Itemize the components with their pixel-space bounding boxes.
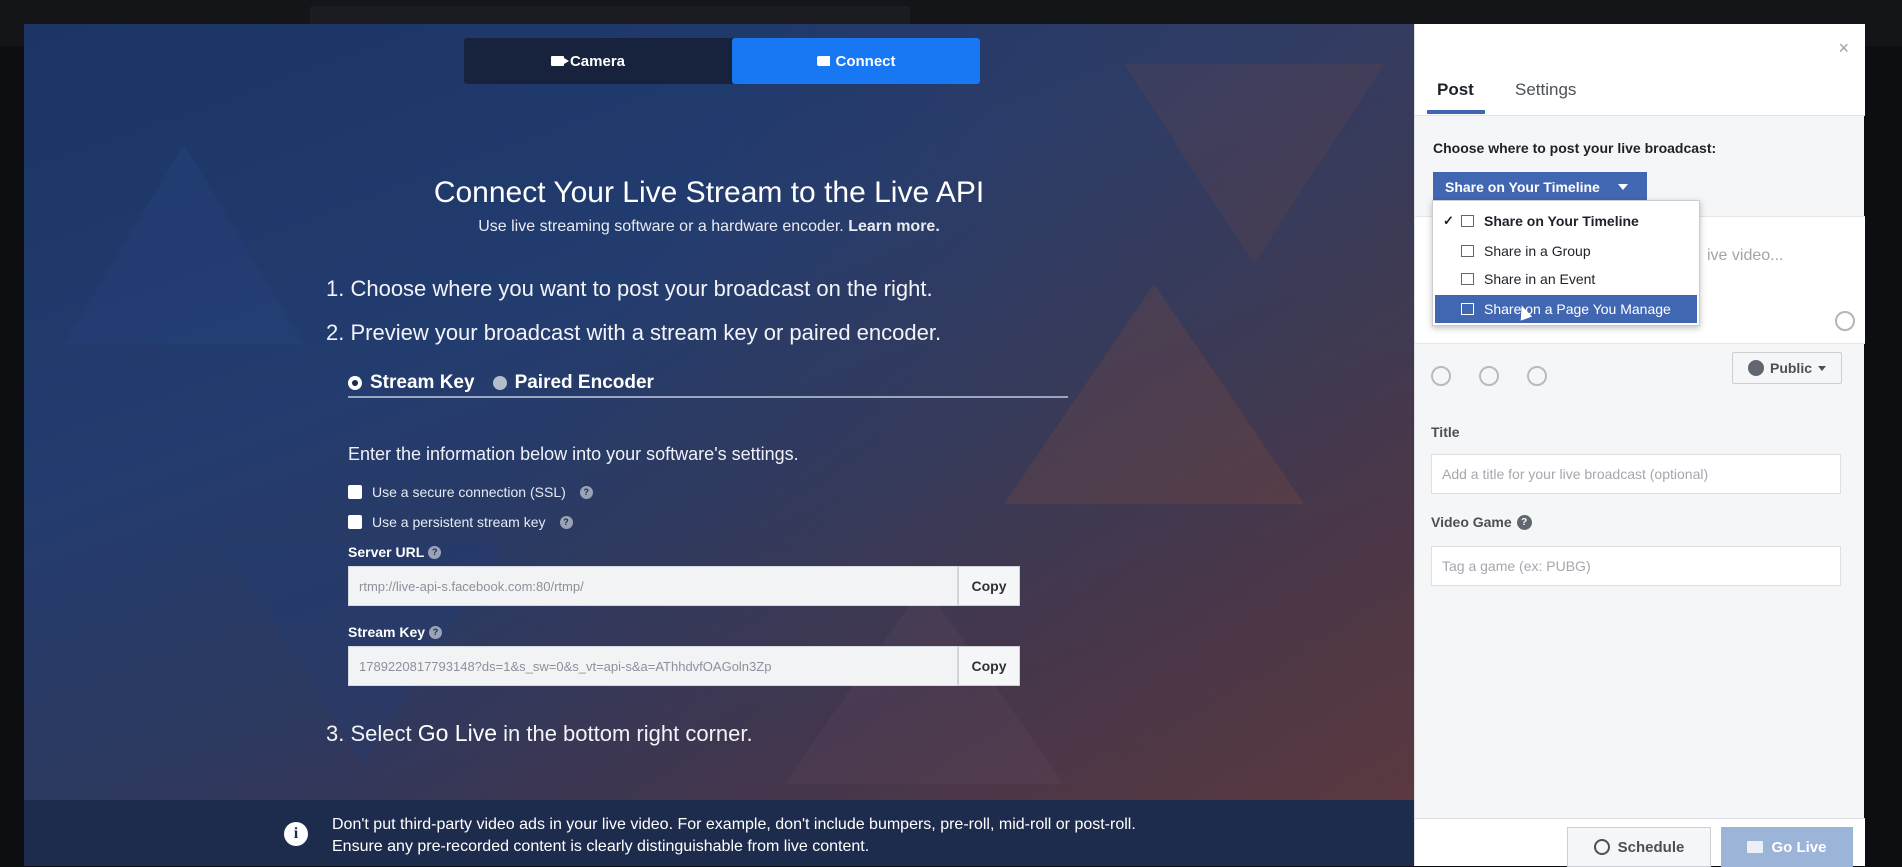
step-2: 2. Preview your broadcast with a stream … xyxy=(326,320,942,345)
video-game-input[interactable]: Tag a game (ex: PUBG) xyxy=(1431,546,1841,586)
stream-key-label: Stream Key ? xyxy=(348,624,443,640)
stream-key-field: 1789220817793148?ds=1&s_sw=0&s_vt=api-s&… xyxy=(348,646,1020,686)
paired-encoder-radio[interactable]: Paired Encoder xyxy=(492,372,654,394)
go-live-button[interactable]: Go Live xyxy=(1721,827,1853,867)
ads-notice-text: Don't put third-party video ads in your … xyxy=(332,816,1136,855)
schedule-label: Schedule xyxy=(1617,838,1685,856)
page-subtitle: Use live streaming software or a hardwar… xyxy=(24,218,1394,236)
radio-unselected-icon xyxy=(492,376,507,390)
globe-icon xyxy=(1747,360,1764,376)
info-icon[interactable]: ? xyxy=(428,545,442,559)
connect-tab[interactable]: Connect xyxy=(732,38,980,84)
choose-destination-label: Choose where to post your live broadcast… xyxy=(1433,140,1717,156)
stream-key-label-text: Stream Key xyxy=(348,624,426,640)
title-label: Title xyxy=(1431,424,1460,440)
share-destination-menu: ✓ Share on Your Timeline Share in a Grou… xyxy=(1432,200,1700,326)
feeling-icon[interactable] xyxy=(1479,366,1499,386)
bg-shape xyxy=(64,144,304,344)
emoji-icon[interactable] xyxy=(1835,311,1855,331)
chevron-down-icon xyxy=(1617,184,1628,190)
post-panel: × Post Settings Choose where to post you… xyxy=(1414,24,1865,867)
step-3-prefix: 3. Select xyxy=(326,721,412,746)
tag-people-icon[interactable] xyxy=(1431,366,1451,386)
share-destination-label: Share on Your Timeline xyxy=(1445,179,1600,195)
persistent-key-checkbox[interactable] xyxy=(348,515,362,529)
menu-item-event[interactable]: Share in an Event xyxy=(1435,265,1697,293)
active-tab-indicator xyxy=(1427,110,1485,114)
page-title: Connect Your Live Stream to the Live API xyxy=(433,176,985,209)
location-icon[interactable] xyxy=(1527,366,1547,386)
step-3: 3. Select Go Live in the bottom right co… xyxy=(326,720,753,747)
copy-server-url-button[interactable]: Copy xyxy=(958,566,1020,606)
video-camera-icon xyxy=(550,56,569,66)
video-game-label-text: Video Game xyxy=(1431,514,1512,530)
radio-selected-icon xyxy=(348,376,362,390)
go-live-label: Go Live xyxy=(1771,838,1827,856)
screen: Camera Connect Connect Your Live Stream … xyxy=(0,0,1902,867)
chevron-down-icon xyxy=(1818,365,1826,371)
subtitle-text: Use live streaming software or a hardwar… xyxy=(478,218,844,235)
stream-key-radio-label: Stream Key xyxy=(370,372,475,393)
event-icon xyxy=(1461,273,1474,285)
menu-item-label: Share in a Group xyxy=(1484,243,1591,259)
info-icon[interactable]: ? xyxy=(559,515,573,529)
panel-header: × Post Settings xyxy=(1415,24,1865,116)
flag-icon xyxy=(1461,303,1474,315)
stream-key-radio[interactable]: Stream Key xyxy=(348,372,475,394)
ssl-checkbox-row[interactable]: Use a secure connection (SSL) ? xyxy=(348,484,593,500)
info-icon[interactable]: ? xyxy=(1516,514,1532,530)
server-url-input[interactable]: rtmp://live-api-s.facebook.com:80/rtmp/ xyxy=(348,566,958,606)
title-input[interactable]: Add a title for your live broadcast (opt… xyxy=(1431,454,1841,494)
info-circle-icon: i xyxy=(284,822,308,846)
group-icon xyxy=(1461,245,1474,257)
info-icon[interactable]: ? xyxy=(579,485,593,499)
menu-item-group[interactable]: Share in a Group xyxy=(1435,237,1697,265)
ssl-checkbox[interactable] xyxy=(348,485,362,499)
menu-item-page[interactable]: Share on a Page You Manage xyxy=(1435,295,1697,323)
audience-selector[interactable]: Public xyxy=(1732,352,1842,384)
schedule-button[interactable]: Schedule xyxy=(1567,827,1711,867)
info-icon[interactable]: ? xyxy=(429,625,443,639)
menu-item-label: Share in an Event xyxy=(1484,271,1596,287)
persistent-key-checkbox-label: Use a persistent stream key xyxy=(372,514,546,530)
menu-item-label: Share on a Page You Manage xyxy=(1484,301,1671,317)
menu-item-label: Share on Your Timeline xyxy=(1484,213,1639,229)
paired-encoder-radio-label: Paired Encoder xyxy=(514,372,654,393)
settings-instruction: Enter the information below into your so… xyxy=(348,444,799,464)
clock-icon xyxy=(1593,839,1610,855)
mode-switch: Camera Connect xyxy=(464,38,980,84)
video-camera-icon xyxy=(1747,841,1764,853)
copy-stream-key-button[interactable]: Copy xyxy=(958,646,1020,686)
connect-tab-label: Connect xyxy=(835,52,896,70)
share-destination-button[interactable]: Share on Your Timeline xyxy=(1433,172,1647,202)
step-3-suffix: in the bottom right corner. xyxy=(503,721,753,746)
checkmark-icon: ✓ xyxy=(1443,213,1454,228)
camera-tab-label: Camera xyxy=(569,52,626,70)
menu-item-timeline[interactable]: ✓ Share on Your Timeline xyxy=(1435,207,1697,235)
server-url-field: rtmp://live-api-s.facebook.com:80/rtmp/ … xyxy=(348,566,1020,606)
step-1: 1. Choose where you want to post your br… xyxy=(326,276,933,301)
video-game-label: Video Game ? xyxy=(1431,514,1532,530)
composer-placeholder: ive video... xyxy=(1707,247,1784,264)
live-setup-stage: Camera Connect Connect Your Live Stream … xyxy=(24,24,1414,866)
persistent-key-checkbox-row[interactable]: Use a persistent stream key ? xyxy=(348,514,573,530)
tab-post[interactable]: Post xyxy=(1437,80,1474,100)
stream-key-input[interactable]: 1789220817793148?ds=1&s_sw=0&s_vt=api-s&… xyxy=(348,646,958,686)
panel-footer: Schedule Go Live xyxy=(1415,818,1865,867)
ads-notice: i Don't put third-party video ads in you… xyxy=(24,800,1414,866)
close-icon[interactable]: × xyxy=(1838,38,1849,59)
learn-more-link[interactable]: Learn more. xyxy=(848,218,940,235)
server-url-label-text: Server URL xyxy=(348,544,425,560)
key-type-radios: Stream Key Paired Encoder xyxy=(348,370,1068,398)
server-url-label: Server URL ? xyxy=(348,544,442,560)
timeline-icon xyxy=(1461,215,1474,227)
connect-icon xyxy=(816,56,830,66)
ssl-checkbox-label: Use a secure connection (SSL) xyxy=(372,484,566,500)
audience-label: Public xyxy=(1769,360,1812,376)
camera-tab[interactable]: Camera xyxy=(464,38,712,84)
step-3-go-live: Go Live xyxy=(417,720,497,746)
tab-settings[interactable]: Settings xyxy=(1515,80,1576,100)
